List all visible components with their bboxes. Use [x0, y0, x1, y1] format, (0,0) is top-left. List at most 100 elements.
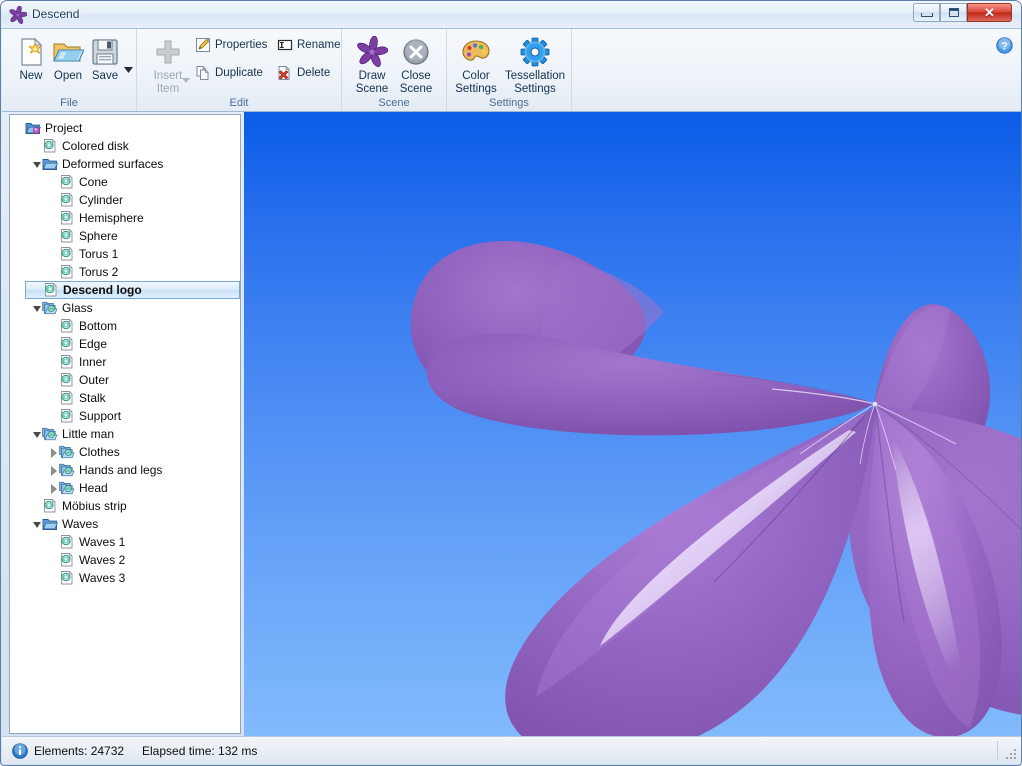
- tree-item[interactable]: Cylinder: [10, 191, 240, 209]
- tree-item[interactable]: Hemisphere: [10, 209, 240, 227]
- tessellation-settings-button[interactable]: Tessellation Settings: [502, 36, 568, 96]
- surface-icon: [61, 390, 73, 405]
- tree-item-label: Project: [45, 121, 83, 135]
- delete-label: Delete: [297, 66, 331, 79]
- tree-item[interactable]: Waves 2: [10, 551, 240, 569]
- close-button[interactable]: ✕: [967, 3, 1012, 22]
- descend-star-icon: [9, 6, 27, 24]
- plus-insert-icon: [156, 40, 180, 64]
- tree-expander-open-icon[interactable]: [31, 303, 42, 314]
- tree-item[interactable]: Deformed surfaces: [10, 155, 240, 173]
- insert-item-button[interactable]: Insert Item: [145, 36, 191, 96]
- tree-item[interactable]: Waves: [10, 515, 240, 533]
- tree-item[interactable]: Waves 3: [10, 569, 240, 587]
- tree-expander-open-icon[interactable]: [31, 519, 42, 530]
- minimize-button[interactable]: [913, 3, 940, 22]
- surface-icon: [61, 570, 73, 585]
- info-icon: [12, 743, 28, 759]
- ribbon-group-edit-label: Edit: [229, 97, 249, 109]
- status-elapsed-text: Elapsed time: 132 ms: [142, 744, 258, 758]
- open-button[interactable]: Open: [49, 36, 87, 83]
- duplicate-pages-icon: [196, 65, 209, 80]
- delete-red-x-icon: [278, 65, 290, 80]
- surface-icon: [61, 192, 73, 207]
- tree-item[interactable]: Clothes: [10, 443, 240, 461]
- tree-item-label: Möbius strip: [62, 499, 127, 513]
- ribbon-group-file: New Open Save File: [2, 29, 137, 111]
- tree-expander-spacer: [48, 537, 59, 548]
- tree-item-label: Sphere: [79, 229, 118, 243]
- status-bar: Elements: 24732 Elapsed time: 132 ms: [2, 736, 1021, 764]
- surface-icon: [61, 336, 73, 351]
- draw-scene-button[interactable]: Draw Scene: [350, 36, 394, 96]
- tree-item[interactable]: Torus 1: [10, 245, 240, 263]
- surface-icon: [61, 534, 73, 549]
- group-icon: [59, 463, 75, 477]
- properties-pencil-icon: [196, 37, 211, 52]
- tree-item[interactable]: Edge: [10, 335, 240, 353]
- tree-item[interactable]: Project: [10, 119, 240, 137]
- tree-item-label: Cylinder: [79, 193, 124, 207]
- duplicate-button[interactable]: Duplicate: [195, 65, 263, 81]
- tree-expander-closed-icon[interactable]: [48, 483, 59, 494]
- tree-item[interactable]: Inner: [10, 353, 240, 371]
- tree-expander-spacer: [48, 213, 59, 224]
- tree-expander-spacer: [31, 141, 42, 152]
- tree-item[interactable]: Waves 1: [10, 533, 240, 551]
- ribbon-group-settings: Color Settings Tessellation Settings Set…: [447, 29, 572, 111]
- tree-item-selected[interactable]: Descend logo: [25, 281, 240, 299]
- tree-expander-spacer: [48, 231, 59, 242]
- tree-expander-spacer: [48, 339, 59, 350]
- application-window: Descend ✕ New Open Save File Insert Item…: [0, 0, 1022, 766]
- resize-grip-icon[interactable]: [1004, 747, 1018, 761]
- tree-item-label: Waves 1: [79, 535, 126, 549]
- dropdown-arrow-icon: [123, 67, 133, 73]
- ribbon-group-edit: Insert Item Properties Duplicate Rename …: [137, 29, 342, 111]
- tree-item[interactable]: Outer: [10, 371, 240, 389]
- tree-item-label: Inner: [79, 355, 107, 369]
- tree-item[interactable]: Head: [10, 479, 240, 497]
- save-button[interactable]: Save: [86, 36, 124, 83]
- project-tree-panel[interactable]: Project Colored disk Deformed surfaces Cone…: [9, 114, 241, 734]
- tree-item[interactable]: Sphere: [10, 227, 240, 245]
- tree-item[interactable]: Stalk: [10, 389, 240, 407]
- tree-item[interactable]: Möbius strip: [10, 497, 240, 515]
- tree-item[interactable]: Colored disk: [10, 137, 240, 155]
- close-scene-button[interactable]: Close Scene: [394, 36, 438, 96]
- tree-item-label: Hands and legs: [79, 463, 163, 477]
- tree-item-label: Torus 1: [79, 247, 119, 261]
- tree-expander-spacer: [14, 123, 25, 134]
- tree-item[interactable]: Support: [10, 407, 240, 425]
- svg-text:?: ?: [1001, 40, 1008, 52]
- tree-item[interactable]: Glass: [10, 299, 240, 317]
- status-elements-text: Elements: 24732: [34, 744, 125, 758]
- save-dropdown-button[interactable]: [122, 67, 134, 73]
- minimize-icon: [914, 4, 939, 21]
- delete-button[interactable]: Delete: [277, 65, 330, 81]
- main-content: Project Colored disk Deformed surfaces Cone…: [2, 112, 1021, 737]
- 3d-scene-viewport[interactable]: [244, 112, 1021, 737]
- window-title: Descend: [32, 7, 80, 21]
- tree-expander-closed-icon[interactable]: [48, 447, 59, 458]
- tree-expander-open-icon[interactable]: [31, 429, 42, 440]
- tessellation-settings-label: Tessellation Settings: [504, 70, 566, 95]
- new-button[interactable]: New: [12, 36, 50, 83]
- maximize-button[interactable]: [940, 3, 967, 22]
- tree-item[interactable]: Hands and legs: [10, 461, 240, 479]
- tree-expander-closed-icon[interactable]: [48, 465, 59, 476]
- tree-item-label: Deformed surfaces: [62, 157, 164, 171]
- help-icon[interactable]: ?: [996, 37, 1013, 54]
- tree-item[interactable]: Cone: [10, 173, 240, 191]
- rename-button[interactable]: Rename: [277, 37, 340, 53]
- tree-expander-spacer: [48, 393, 59, 404]
- ribbon-group-file-label: File: [60, 97, 78, 109]
- tree-item-label: Outer: [79, 373, 110, 387]
- tree-item[interactable]: Bottom: [10, 317, 240, 335]
- properties-button[interactable]: Properties: [195, 37, 267, 53]
- tree-expander-open-icon[interactable]: [31, 159, 42, 170]
- tree-item[interactable]: Torus 2: [10, 263, 240, 281]
- color-settings-button[interactable]: Color Settings: [452, 36, 500, 96]
- tree-expander-spacer: [48, 375, 59, 386]
- tree-item[interactable]: Little man: [10, 425, 240, 443]
- tree-expander-spacer: [48, 249, 59, 260]
